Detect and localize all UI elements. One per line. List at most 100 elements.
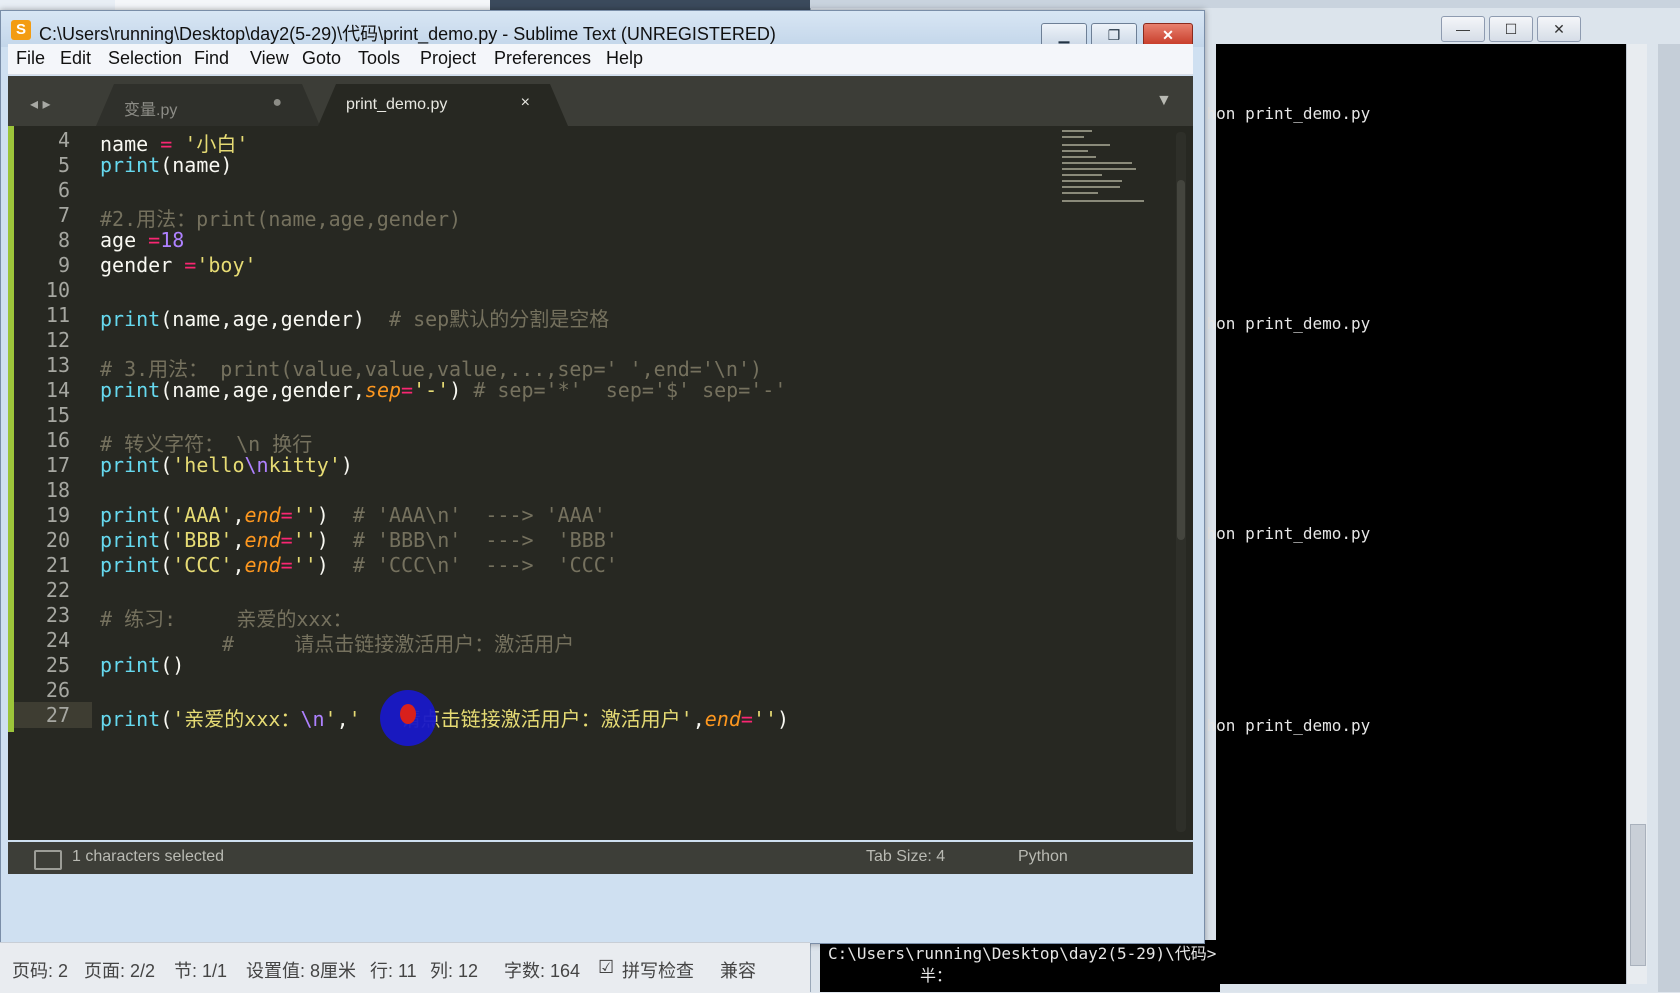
background-window-edge (1658, 44, 1680, 992)
code-token: # sep='*' sep='$' sep='-' (473, 378, 787, 402)
tab-size-status[interactable]: Tab Size: 4 (866, 848, 945, 866)
code-line-24[interactable]: # 请点击链接激活用户：激活用户 (222, 628, 574, 657)
menu-project[interactable]: Project (420, 48, 476, 69)
console-scrollbar[interactable] (1626, 44, 1647, 984)
console-output[interactable]: 码>python print_demo.py 码>python print_de… (1152, 44, 1626, 984)
line-number: 9 (57, 253, 70, 277)
code-token: # 'BBB\n' ---> 'BBB' (352, 528, 618, 552)
console-close-button[interactable]: ✕ (1537, 16, 1581, 42)
code-token: \n (244, 453, 269, 477)
code-token: end (244, 528, 281, 552)
code-line-8[interactable]: age =18 (100, 228, 184, 252)
status-bar: 1 characters selected Tab Size: 4 Python (8, 842, 1193, 874)
tab-dropdown-icon[interactable]: ▼ (1156, 92, 1172, 110)
code-token: (name,age,gender, (160, 378, 365, 402)
minimap-line (1062, 136, 1084, 138)
text-cursor-icon (400, 704, 416, 724)
menu-file[interactable]: File (16, 48, 45, 69)
code-line-21[interactable]: print('CCC',end='') # 'CCC\n' ---> 'CCC' (100, 553, 618, 577)
tab-variables[interactable]: 变量.py ● (96, 84, 320, 126)
panel-toggle-icon[interactable] (34, 850, 62, 870)
code-token: print (100, 528, 161, 552)
code-token: (name,age,gender) (160, 307, 389, 331)
maximize-icon: ❐ (1107, 27, 1121, 43)
code-token: print (100, 153, 161, 177)
row-number[interactable]: 行: 11 (370, 957, 417, 983)
spell-check-label[interactable]: 拼写检查 (622, 957, 694, 983)
dirty-dot-icon[interactable]: ● (272, 94, 282, 112)
code-line-11[interactable]: print(name,age,gender) # sep默认的分割是空格 (100, 303, 609, 332)
menu-tools[interactable]: Tools (358, 48, 400, 69)
editor-scrollbar[interactable] (1176, 132, 1186, 832)
line-number: 5 (57, 153, 70, 177)
minimap-line (1062, 150, 1088, 152)
code-token: () (160, 653, 185, 677)
tab-nav-arrows-icon[interactable]: ◂ ▸ (30, 94, 51, 114)
code-token: ) (316, 503, 353, 527)
code-token: end (244, 553, 281, 577)
code-line-17[interactable]: print('hello\nkitty') (100, 453, 353, 477)
code-token: '' (292, 553, 317, 577)
code-token: '-' (413, 378, 450, 402)
code-token: 'AAA' (172, 503, 233, 527)
syntax-status[interactable]: Python (1018, 848, 1068, 866)
column-number[interactable]: 列: 12 (430, 957, 478, 983)
code-token: = (740, 707, 753, 731)
compat-mode[interactable]: 兼容 (720, 957, 756, 983)
spell-check-icon[interactable]: ☑ (598, 957, 614, 978)
tab-label: print_demo.py (346, 96, 448, 113)
code-token: , (336, 707, 349, 731)
code-token: kitty' (268, 453, 341, 477)
code-line-27[interactable]: print('亲爱的xxx：\n',' 请点击链接激活用户：激活用户',end='… (100, 703, 789, 732)
code-editor[interactable] (8, 126, 1193, 840)
title-bar[interactable]: S C:\Users\running\Desktop\day2(5-29)\代码… (1, 11, 1204, 49)
tab-close-icon[interactable]: × (521, 94, 530, 112)
code-line-19[interactable]: print('AAA',end='') # 'AAA\n' ---> 'AAA' (100, 503, 606, 527)
console-minimize-button[interactable]: — (1441, 16, 1485, 42)
menu-preferences[interactable]: Preferences (494, 48, 591, 69)
menu-selection[interactable]: Selection (108, 48, 182, 69)
line-number: 19 (45, 503, 70, 527)
page-count[interactable]: 页面: 2/2 (84, 957, 155, 983)
menu-help[interactable]: Help (606, 48, 643, 69)
code-token: ( (160, 528, 173, 552)
page-number[interactable]: 页码: 2 (12, 957, 68, 983)
word-count[interactable]: 字数: 164 (504, 957, 580, 983)
close-icon: ✕ (1162, 27, 1174, 43)
code-token: ( (160, 553, 173, 577)
code-line-9[interactable]: gender ='boy' (100, 253, 257, 277)
code-line-14[interactable]: print(name,age,gender,sep='-') # sep='*'… (100, 378, 786, 402)
minimap-line (1062, 200, 1144, 202)
minimap-line (1062, 156, 1096, 158)
code-token: , (232, 528, 245, 552)
tab-print-demo[interactable]: print_demo.py × (318, 84, 568, 126)
line-number: 17 (45, 453, 70, 477)
section-number[interactable]: 节: 1/1 (174, 957, 227, 983)
menu-goto[interactable]: Goto (302, 48, 341, 69)
code-token: ) (340, 453, 353, 477)
code-token: '' (292, 528, 317, 552)
position-setting[interactable]: 设置值: 8厘米 (246, 957, 356, 983)
line-number: 11 (45, 303, 70, 327)
code-line-5[interactable]: print(name) (100, 153, 232, 177)
menu-view[interactable]: View (250, 48, 289, 69)
code-token: ( (160, 707, 173, 731)
line-number: 21 (45, 553, 70, 577)
code-line-20[interactable]: print('BBB',end='') # 'BBB\n' ---> 'BBB' (100, 528, 618, 552)
console-scrollbar-thumb[interactable] (1630, 824, 1646, 966)
line-number: 14 (45, 378, 70, 402)
code-token: print (100, 378, 161, 402)
console-maximize-button[interactable]: ☐ (1489, 16, 1533, 42)
code-token: ) (316, 553, 353, 577)
code-token: '' (752, 707, 778, 731)
line-number: 6 (57, 178, 70, 202)
code-token: # 'AAA\n' ---> 'AAA' (352, 503, 606, 527)
minimap[interactable] (1062, 130, 1147, 210)
line-number: 22 (45, 578, 70, 602)
menu-find[interactable]: Find (194, 48, 229, 69)
code-token: # sep默认的分割是空格 (389, 307, 610, 331)
code-line-25[interactable]: print() (100, 653, 184, 677)
menu-edit[interactable]: Edit (60, 48, 91, 69)
code-token: = (184, 253, 197, 277)
editor-scrollbar-thumb[interactable] (1177, 180, 1185, 540)
